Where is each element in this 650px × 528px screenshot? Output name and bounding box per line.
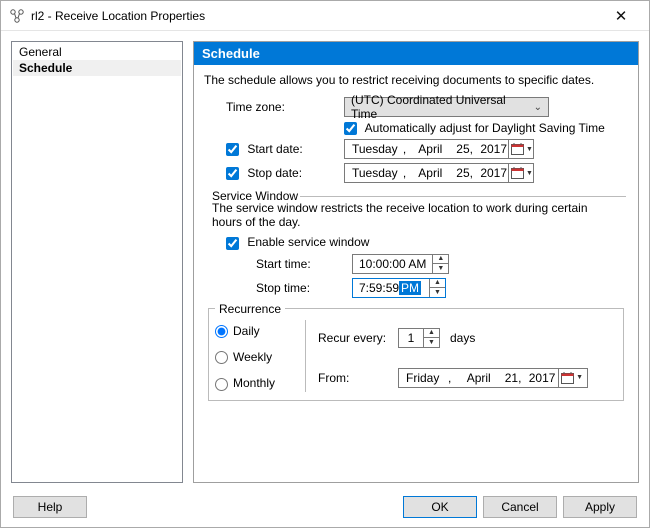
- help-button[interactable]: Help: [13, 496, 87, 518]
- dialog-window: rl2 - Receive Location Properties ✕ Gene…: [0, 0, 650, 528]
- section-header: Schedule: [194, 42, 638, 65]
- enable-service-window-label: Enable service window: [247, 235, 369, 249]
- timezone-label: Time zone:: [226, 100, 344, 114]
- start-date-picker[interactable]: Tuesday , April 25, 2017 ▼: [344, 139, 534, 159]
- calendar-drop-icon[interactable]: ▼: [558, 369, 585, 387]
- apply-button[interactable]: Apply: [563, 496, 637, 518]
- nav-item-schedule[interactable]: Schedule: [13, 60, 181, 76]
- start-time-value: 10:00:00 AM: [353, 255, 432, 273]
- stop-date-checkbox[interactable]: Stop date:: [226, 166, 302, 180]
- content-panel: Schedule The schedule allows you to rest…: [193, 41, 639, 483]
- ok-button[interactable]: OK: [403, 496, 477, 518]
- stop-date-checkbox-input[interactable]: [226, 167, 239, 180]
- start-time-spinner[interactable]: 10:00:00 AM ▲▼: [352, 254, 449, 274]
- stop-time-value: 7:59:59 PM: [353, 279, 429, 297]
- dst-label: Automatically adjust for Daylight Saving…: [365, 121, 605, 135]
- enable-service-window-input[interactable]: [226, 237, 239, 250]
- timezone-combo[interactable]: (UTC) Coordinated Universal Time ⌄: [344, 97, 549, 117]
- start-date-checkbox[interactable]: Start date:: [226, 142, 303, 156]
- nav-item-general[interactable]: General: [13, 44, 181, 60]
- section-description: The schedule allows you to restrict rece…: [204, 73, 628, 87]
- spinner-buttons[interactable]: ▲▼: [429, 279, 445, 297]
- category-list[interactable]: General Schedule: [11, 41, 183, 483]
- close-button[interactable]: ✕: [601, 7, 641, 25]
- enable-service-window-checkbox[interactable]: Enable service window: [226, 235, 369, 249]
- stop-date-label: Stop date:: [247, 166, 302, 180]
- timezone-value: (UTC) Coordinated Universal Time: [351, 93, 530, 121]
- recur-from-picker[interactable]: Friday , April 21, 2017 ▼: [398, 368, 588, 388]
- dst-checkbox-input[interactable]: [344, 122, 357, 135]
- recurrence-monthly-radio[interactable]: Monthly: [215, 376, 305, 390]
- recurrence-daily-radio[interactable]: Daily: [215, 324, 305, 338]
- start-time-label: Start time:: [256, 257, 352, 271]
- stop-time-spinner[interactable]: 7:59:59 PM ▲▼: [352, 278, 446, 298]
- stop-time-label: Stop time:: [256, 281, 352, 295]
- app-icon: [9, 8, 25, 24]
- recur-every-value: 1: [399, 329, 423, 347]
- calendar-drop-icon[interactable]: ▼: [508, 140, 535, 158]
- dialog-body: General Schedule Schedule The schedule a…: [1, 31, 649, 487]
- chevron-down-icon: ⌄: [530, 102, 546, 113]
- recurrence-group: Recurrence Daily Weekly Monthly Recur ev…: [208, 302, 624, 401]
- calendar-drop-icon[interactable]: ▼: [508, 164, 535, 182]
- service-window-description: The service window restricts the receive…: [212, 201, 620, 229]
- dst-checkbox[interactable]: Automatically adjust for Daylight Saving…: [344, 121, 605, 135]
- start-date-label: Start date:: [247, 142, 302, 156]
- recur-from-label: From:: [318, 371, 398, 385]
- spinner-buttons[interactable]: ▲▼: [423, 329, 439, 347]
- recur-every-spinner[interactable]: 1 ▲▼: [398, 328, 440, 348]
- button-bar: Help OK Cancel Apply: [1, 487, 649, 527]
- cancel-button[interactable]: Cancel: [483, 496, 557, 518]
- spinner-buttons[interactable]: ▲▼: [432, 255, 448, 273]
- recur-every-label: Recur every:: [318, 331, 398, 345]
- recur-unit: days: [450, 331, 475, 345]
- window-title: rl2 - Receive Location Properties: [31, 9, 601, 23]
- titlebar: rl2 - Receive Location Properties ✕: [1, 1, 649, 31]
- recurrence-weekly-radio[interactable]: Weekly: [215, 350, 305, 364]
- start-date-checkbox-input[interactable]: [226, 143, 239, 156]
- stop-date-picker[interactable]: Tuesday , April 25, 2017 ▼: [344, 163, 534, 183]
- recurrence-legend: Recurrence: [215, 302, 285, 316]
